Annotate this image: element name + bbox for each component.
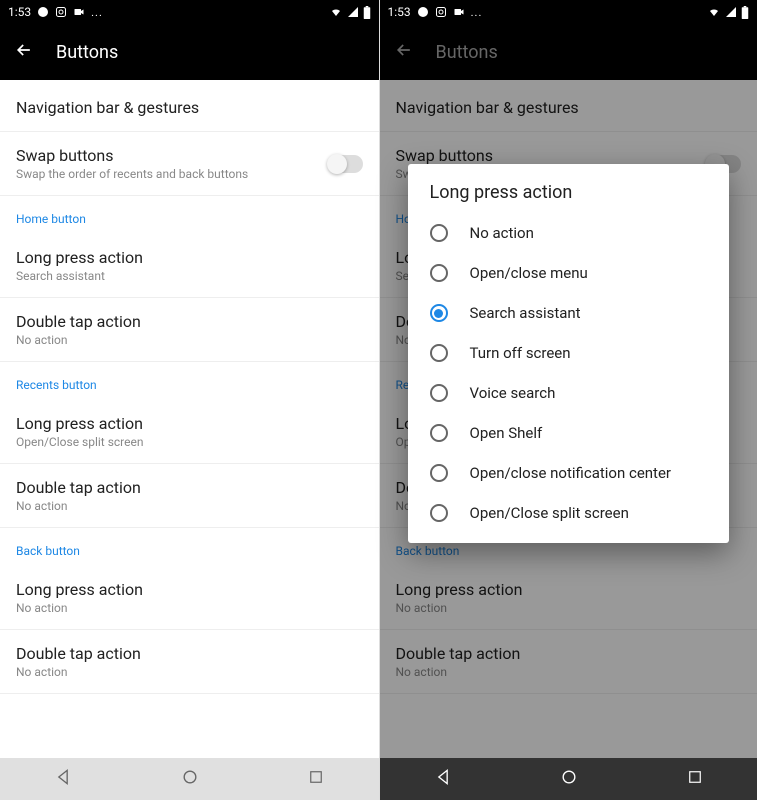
swap-buttons-toggle[interactable] bbox=[329, 155, 363, 173]
nav-gestures-label: Navigation bar & gestures bbox=[16, 98, 363, 117]
wifi-icon bbox=[329, 6, 343, 18]
setting-item-sub: No action bbox=[16, 601, 363, 615]
section-header: Back button bbox=[0, 528, 379, 566]
dialog-option[interactable]: Open/Close split screen bbox=[408, 493, 730, 533]
dialog-option-label: Open/close menu bbox=[470, 264, 588, 282]
setting-item-sub: Search assistant bbox=[16, 269, 363, 283]
setting-item-title: Long press action bbox=[16, 580, 363, 599]
dialog-title: Long press action bbox=[408, 182, 730, 213]
nav-recents-button[interactable] bbox=[307, 768, 325, 790]
dialog-option-label: Open/Close split screen bbox=[470, 504, 629, 522]
dialog-option-label: No action bbox=[470, 224, 534, 242]
radio-button[interactable] bbox=[430, 504, 448, 522]
setting-item-sub: No action bbox=[16, 333, 363, 347]
nav-bar bbox=[0, 758, 379, 800]
page-title: Buttons bbox=[56, 42, 118, 63]
battery-icon bbox=[741, 6, 749, 19]
dialog-option[interactable]: Voice search bbox=[408, 373, 730, 413]
more-icon: ... bbox=[91, 6, 103, 19]
wifi-icon bbox=[707, 6, 721, 18]
back-icon[interactable] bbox=[14, 40, 34, 64]
setting-item[interactable]: Long press action Search assistant bbox=[0, 234, 379, 298]
video-icon bbox=[453, 6, 465, 18]
app-bar: Buttons bbox=[0, 24, 379, 80]
nav-gestures-item[interactable]: Navigation bar & gestures bbox=[0, 80, 379, 132]
nav-back-button[interactable] bbox=[53, 767, 73, 791]
long-press-dialog: Long press action No action Open/close me… bbox=[408, 164, 730, 543]
instagram-icon bbox=[435, 6, 447, 18]
swap-buttons-sub: Swap the order of recents and back butto… bbox=[16, 167, 248, 181]
status-bar: 1:53 ... bbox=[380, 0, 757, 24]
chat-bubble-icon bbox=[417, 6, 429, 18]
signal-icon bbox=[725, 6, 737, 18]
nav-back-button[interactable] bbox=[433, 767, 453, 791]
swap-buttons-label: Swap buttons bbox=[16, 146, 248, 165]
dialog-option-label: Open/close notification center bbox=[470, 464, 672, 482]
setting-item[interactable]: Long press action No action bbox=[0, 566, 379, 630]
nav-bar bbox=[380, 758, 757, 800]
dialog-option[interactable]: Open/close notification center bbox=[408, 453, 730, 493]
radio-button[interactable] bbox=[430, 424, 448, 442]
setting-item-title: Long press action bbox=[16, 248, 363, 267]
setting-item-title: Double tap action bbox=[16, 644, 363, 663]
dialog-option-label: Voice search bbox=[470, 384, 556, 402]
dialog-option[interactable]: Search assistant bbox=[408, 293, 730, 333]
more-icon: ... bbox=[471, 6, 483, 19]
status-bar: 1:53 ... bbox=[0, 0, 379, 24]
radio-button[interactable] bbox=[430, 384, 448, 402]
setting-item[interactable]: Long press action Open/Close split screen bbox=[0, 400, 379, 464]
setting-item-title: Double tap action bbox=[16, 312, 363, 331]
dialog-option[interactable]: Turn off screen bbox=[408, 333, 730, 373]
swap-buttons-item[interactable]: Swap buttons Swap the order of recents a… bbox=[0, 132, 379, 196]
video-icon bbox=[73, 6, 85, 18]
dialog-option-label: Open Shelf bbox=[470, 424, 543, 442]
radio-button[interactable] bbox=[430, 344, 448, 362]
radio-button[interactable] bbox=[430, 304, 448, 322]
radio-button[interactable] bbox=[430, 224, 448, 242]
nav-home-button[interactable] bbox=[559, 767, 579, 791]
chat-bubble-icon bbox=[37, 6, 49, 18]
setting-item-sub: No action bbox=[16, 499, 363, 513]
screen-right: 1:53 ... Buttons Navigation bar & gestur… bbox=[379, 0, 757, 800]
setting-item-sub: Open/Close split screen bbox=[16, 435, 363, 449]
section-header: Home button bbox=[0, 196, 379, 234]
section-header: Recents button bbox=[0, 362, 379, 400]
dialog-option-label: Turn off screen bbox=[470, 344, 571, 362]
status-time: 1:53 bbox=[8, 5, 31, 19]
setting-item[interactable]: Double tap action No action bbox=[0, 630, 379, 694]
dialog-option[interactable]: No action bbox=[408, 213, 730, 253]
setting-item-sub: No action bbox=[16, 665, 363, 679]
battery-icon bbox=[363, 6, 371, 19]
radio-button[interactable] bbox=[430, 464, 448, 482]
nav-home-button[interactable] bbox=[180, 767, 200, 791]
setting-item[interactable]: Double tap action No action bbox=[0, 464, 379, 528]
dialog-option-label: Search assistant bbox=[470, 304, 581, 322]
signal-icon bbox=[347, 6, 359, 18]
dialog-option[interactable]: Open Shelf bbox=[408, 413, 730, 453]
screen-left: 1:53 ... Butt bbox=[0, 0, 379, 800]
dialog-option[interactable]: Open/close menu bbox=[408, 253, 730, 293]
nav-recents-button[interactable] bbox=[686, 768, 704, 790]
settings-list[interactable]: Navigation bar & gestures Swap buttons S… bbox=[0, 80, 379, 758]
instagram-icon bbox=[55, 6, 67, 18]
setting-item-title: Long press action bbox=[16, 414, 363, 433]
setting-item-title: Double tap action bbox=[16, 478, 363, 497]
radio-button[interactable] bbox=[430, 264, 448, 282]
status-time: 1:53 bbox=[388, 5, 411, 19]
setting-item[interactable]: Double tap action No action bbox=[0, 298, 379, 362]
